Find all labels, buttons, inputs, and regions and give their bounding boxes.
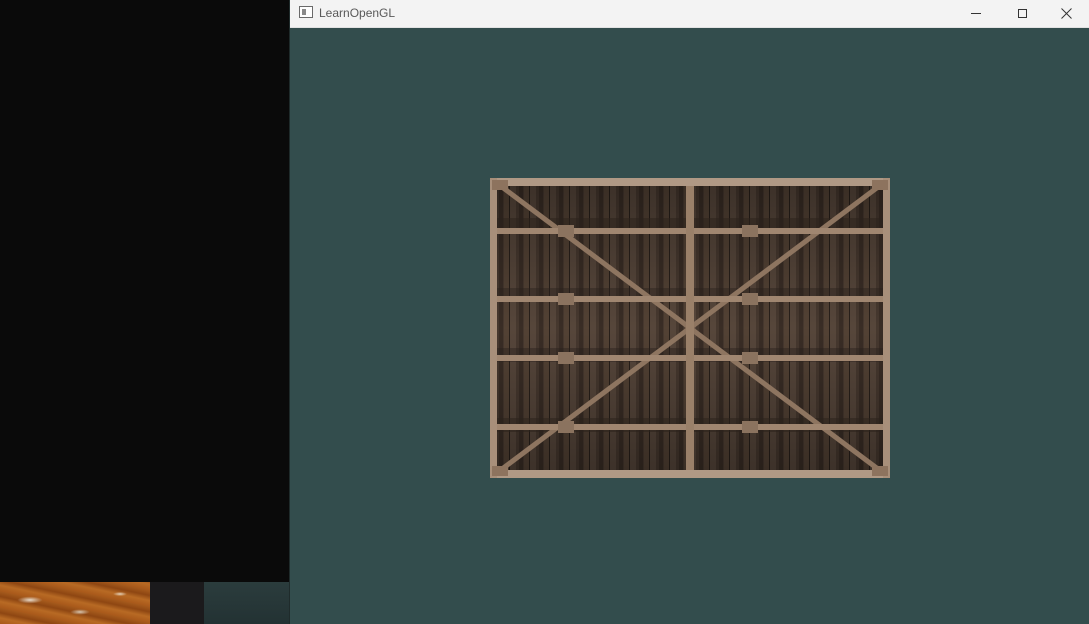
learnopengl-window[interactable]: LearnOpenGL xyxy=(290,0,1089,624)
close-button[interactable] xyxy=(1043,0,1089,27)
title-bar[interactable]: LearnOpenGL xyxy=(290,0,1089,28)
close-icon xyxy=(1060,8,1072,19)
app-window-icon xyxy=(299,6,313,18)
wood-thumbnail xyxy=(0,582,150,624)
desktop: LearnOpenGL xyxy=(0,0,1089,624)
maximize-button[interactable] xyxy=(999,0,1045,27)
background-thumbnails xyxy=(0,582,290,624)
opengl-viewport[interactable] xyxy=(290,28,1089,624)
maximize-icon xyxy=(1017,9,1027,18)
dark-thumbnail xyxy=(150,582,204,624)
window-title: LearnOpenGL xyxy=(319,6,396,20)
wooden-container xyxy=(490,178,890,478)
teal-thumbnail xyxy=(204,582,290,624)
minimize-icon xyxy=(971,13,981,14)
desktop-background xyxy=(0,0,290,582)
minimize-button[interactable] xyxy=(953,0,999,27)
